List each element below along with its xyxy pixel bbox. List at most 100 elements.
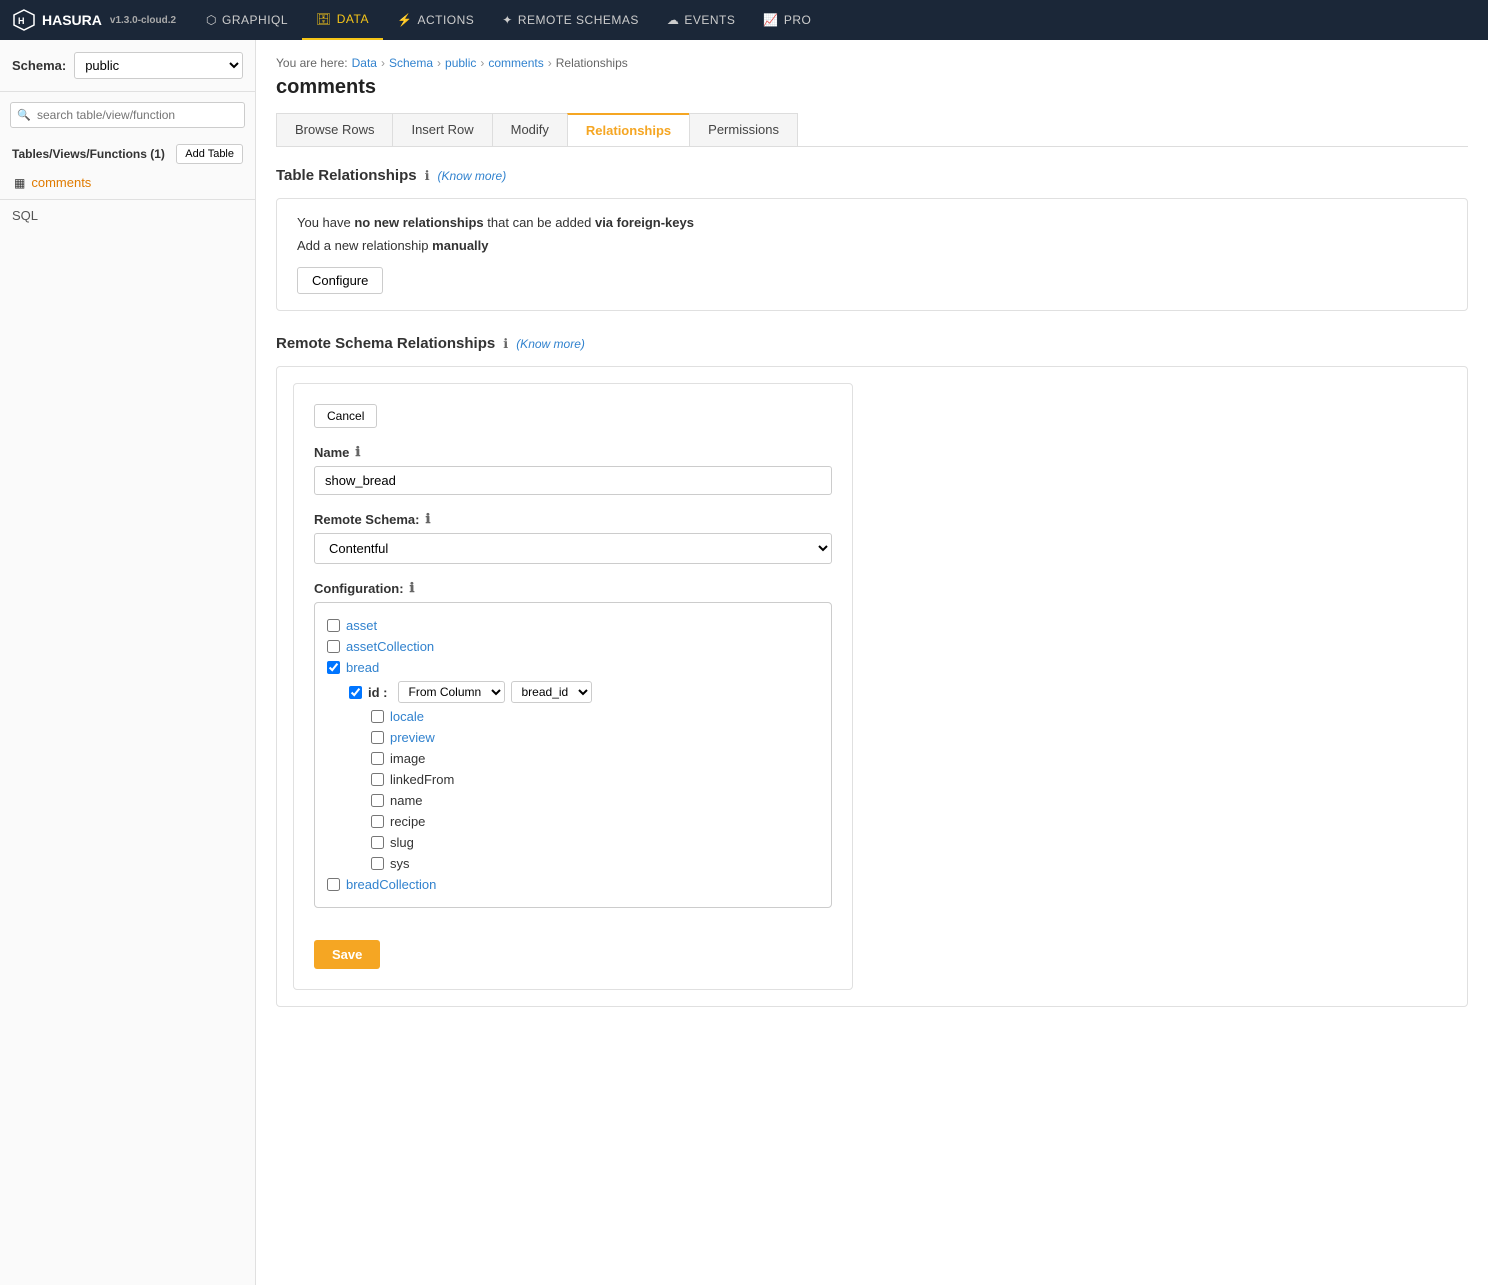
table-relationships-message: You have no new relationships that can b… — [297, 215, 1447, 230]
nav-actions[interactable]: ⚡ ACTIONS — [383, 0, 488, 40]
breadcrumb-schema[interactable]: Schema — [389, 56, 433, 70]
schema-select[interactable]: public — [74, 52, 243, 79]
schema-selector: Schema: public — [0, 40, 255, 92]
slug-label: slug — [390, 835, 414, 850]
table-relationships-info-icon[interactable]: ℹ — [425, 168, 430, 184]
save-button[interactable]: Save — [314, 940, 380, 969]
search-icon: 🔍 — [17, 109, 31, 122]
checkbox-recipe[interactable] — [371, 815, 384, 828]
checkbox-bread[interactable] — [327, 661, 340, 674]
nested-image: image — [371, 748, 819, 769]
svg-text:H: H — [18, 16, 25, 26]
graphiql-icon: ⬡ — [206, 13, 217, 27]
tab-modify-label: Modify — [511, 122, 549, 137]
breadcrumb-comments[interactable]: comments — [488, 56, 543, 70]
nav-events[interactable]: ☁ EVENTS — [653, 0, 750, 40]
checkbox-asset-collection[interactable] — [327, 640, 340, 653]
remote-schema-info-icon[interactable]: ℹ — [503, 336, 508, 352]
nav-data-label: DATA — [337, 12, 369, 26]
tab-browse-rows[interactable]: Browse Rows — [276, 113, 393, 146]
configuration-group: Configuration: ℹ asset assetCollection — [314, 580, 832, 908]
manually-label: manually — [432, 238, 488, 253]
schema-label: Schema: — [12, 58, 66, 73]
remote-schema-relationships-title: Remote Schema Relationships — [276, 335, 495, 352]
tab-relationships[interactable]: Relationships — [567, 113, 690, 146]
breadcrumb-prefix: You are here: — [276, 56, 348, 70]
nav-data[interactable]: 🗄 DATA — [302, 0, 383, 40]
nav-remote-schemas[interactable]: ✦ REMOTE SCHEMAS — [488, 0, 653, 40]
id-controls: From Column bread_id — [398, 681, 592, 703]
remote-schema-field-info-icon[interactable]: ℹ — [425, 511, 430, 527]
pro-icon: 📈 — [763, 13, 778, 27]
remote-schema-select[interactable]: Contentful — [314, 533, 832, 564]
checkbox-bread-collection[interactable] — [327, 878, 340, 891]
nested-slug: slug — [371, 832, 819, 853]
configure-button[interactable]: Configure — [297, 267, 383, 294]
linked-from-label: linkedFrom — [390, 772, 454, 787]
name-group: Name ℹ — [314, 444, 832, 495]
tab-insert-row[interactable]: Insert Row — [392, 113, 492, 146]
checkbox-name[interactable] — [371, 794, 384, 807]
remote-schema-know-more[interactable]: (Know more) — [516, 337, 585, 351]
cancel-button[interactable]: Cancel — [314, 404, 377, 428]
config-item-asset-collection: assetCollection — [327, 636, 819, 657]
tab-modify[interactable]: Modify — [492, 113, 568, 146]
breadcrumb-public[interactable]: public — [445, 56, 476, 70]
config-item-asset: asset — [327, 615, 819, 636]
configuration-label: Configuration: ℹ — [314, 580, 832, 596]
table-relationships-title: Table Relationships — [276, 167, 417, 184]
checkbox-slug[interactable] — [371, 836, 384, 849]
sql-label: SQL — [12, 208, 38, 223]
from-column-select[interactable]: From Column — [398, 681, 505, 703]
sidebar-sql-link[interactable]: SQL — [0, 199, 255, 231]
image-label: image — [390, 751, 425, 766]
bread-id-select[interactable]: bread_id — [511, 681, 592, 703]
search-input[interactable] — [10, 102, 245, 128]
name-info-icon[interactable]: ℹ — [355, 444, 360, 460]
checkbox-sys[interactable] — [371, 857, 384, 870]
nested-name: name — [371, 790, 819, 811]
sub-item-id: id : From Column bread_id — [349, 678, 819, 706]
configuration-box: asset assetCollection bread — [314, 602, 832, 908]
locale-label: locale — [390, 709, 424, 724]
sidebar-item-comments[interactable]: ▦ comments — [0, 170, 255, 195]
add-table-button[interactable]: Add Table — [176, 144, 243, 164]
name-input[interactable] — [314, 466, 832, 495]
breadcrumb-data[interactable]: Data — [352, 56, 377, 70]
asset-label: asset — [346, 618, 377, 633]
tab-insert-row-label: Insert Row — [411, 122, 473, 137]
logo-text: HASURA — [42, 12, 102, 28]
checkbox-asset[interactable] — [327, 619, 340, 632]
table-relationships-know-more[interactable]: (Know more) — [438, 169, 507, 183]
checkbox-id[interactable] — [349, 686, 362, 699]
bread-label: bread — [346, 660, 379, 675]
checkbox-locale[interactable] — [371, 710, 384, 723]
checkbox-linked-from[interactable] — [371, 773, 384, 786]
config-item-bread: bread — [327, 657, 819, 678]
page-title: comments — [276, 76, 1468, 99]
actions-icon: ⚡ — [397, 13, 412, 27]
nav-pro[interactable]: 📈 PRO — [749, 0, 825, 40]
nav-actions-label: ACTIONS — [417, 13, 474, 27]
data-icon: 🗄 — [316, 12, 332, 26]
tab-browse-rows-label: Browse Rows — [295, 122, 374, 137]
name-label: Name ℹ — [314, 444, 832, 460]
sidebar-table-name: comments — [31, 175, 91, 190]
logo: H HASURA v1.3.0-cloud.2 — [12, 8, 176, 32]
nested-recipe: recipe — [371, 811, 819, 832]
breadcrumb: You are here: Data › Schema › public › c… — [276, 56, 1468, 70]
table-relationships-box: You have no new relationships that can b… — [276, 198, 1468, 311]
tab-permissions[interactable]: Permissions — [689, 113, 798, 146]
remote-schema-box: Cancel Name ℹ Remote Schema: ℹ — [276, 366, 1468, 1007]
nav-graphiql-label: GRAPHIQL — [222, 13, 288, 27]
remote-schema-relationships-header: Remote Schema Relationships ℹ (Know more… — [276, 335, 1468, 352]
nav-graphiql[interactable]: ⬡ GRAPHIQL — [192, 0, 302, 40]
bread-sub-items: id : From Column bread_id — [349, 678, 819, 874]
configuration-info-icon[interactable]: ℹ — [410, 580, 415, 596]
name-field-label: name — [390, 793, 423, 808]
table-relationships-header: Table Relationships ℹ (Know more) — [276, 167, 1468, 184]
checkbox-preview[interactable] — [371, 731, 384, 744]
checkbox-image[interactable] — [371, 752, 384, 765]
preview-label: preview — [390, 730, 435, 745]
tab-relationships-label: Relationships — [586, 123, 671, 138]
